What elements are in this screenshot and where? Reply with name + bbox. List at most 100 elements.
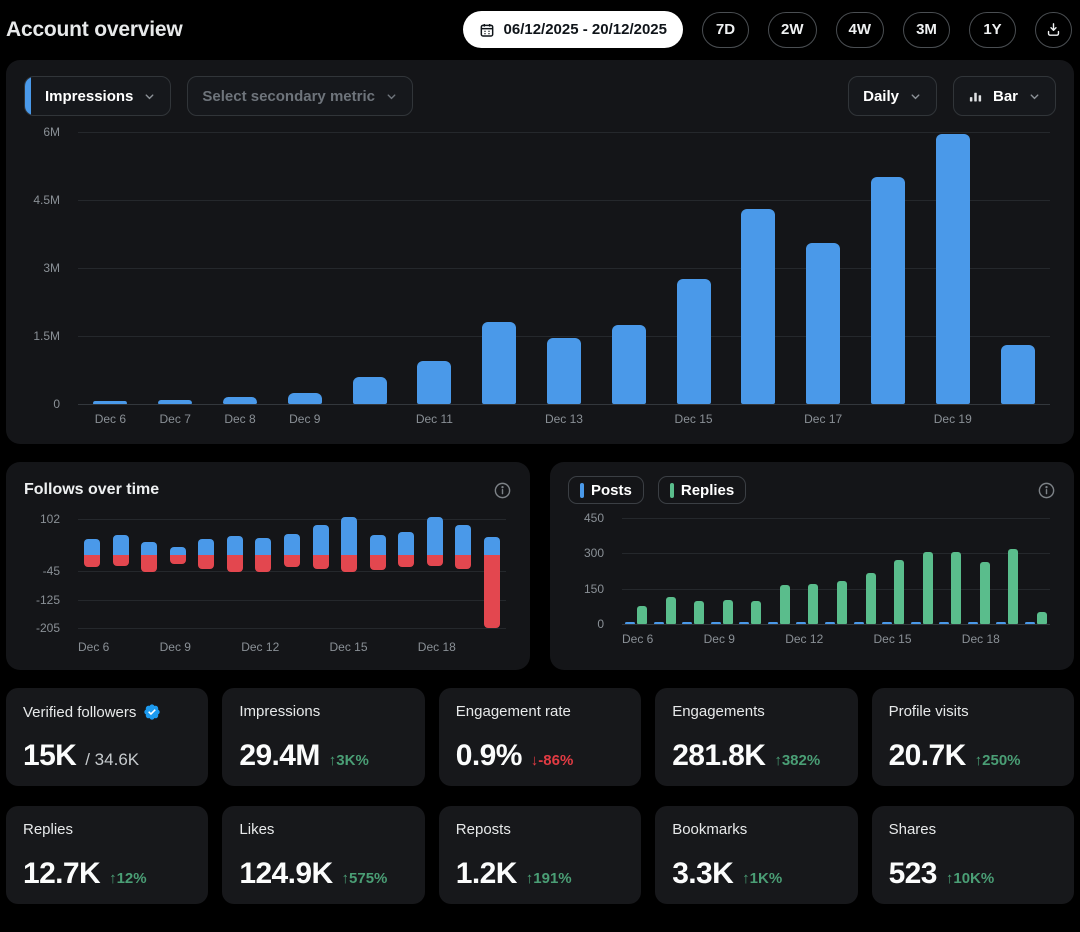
posts-bar[interactable] (939, 622, 949, 625)
posts-bar[interactable] (911, 622, 921, 625)
replies-bar[interactable] (723, 600, 733, 624)
impressions-bar[interactable] (288, 393, 322, 404)
legend-replies-toggle[interactable]: Replies (658, 476, 746, 504)
posts-bar[interactable] (825, 622, 835, 625)
posts-bar[interactable] (711, 622, 721, 625)
replies-bar[interactable] (894, 560, 904, 624)
posts-bar[interactable] (854, 622, 864, 625)
replies-bar[interactable] (866, 573, 876, 624)
header-actions: 06/12/2025 - 20/12/2025 7D 2W 4W 3M 1Y (463, 11, 1072, 48)
secondary-metric-dropdown[interactable]: Select secondary metric (187, 76, 413, 116)
x-axis-label (1025, 632, 1050, 646)
info-icon[interactable] (1037, 481, 1056, 500)
unfollows-bar[interactable] (141, 555, 157, 571)
unfollows-bar[interactable] (198, 555, 214, 569)
follows-bar[interactable] (255, 538, 271, 556)
x-axis-label: Dec 15 (330, 640, 368, 654)
unfollows-bar[interactable] (170, 555, 186, 564)
range-button-1y[interactable]: 1Y (969, 12, 1016, 48)
follows-bar[interactable] (455, 525, 471, 555)
impressions-bar[interactable] (1001, 345, 1035, 404)
impressions-bar[interactable] (806, 243, 840, 404)
x-axis-labels: Dec 6Dec 9Dec 12Dec 15Dec 18 (78, 640, 506, 654)
follows-bar[interactable] (84, 539, 100, 555)
posts-bar[interactable] (625, 622, 635, 625)
posts-bar[interactable] (996, 622, 1006, 625)
replies-bar[interactable] (980, 562, 990, 624)
impressions-bar[interactable] (612, 325, 646, 404)
follows-bar[interactable] (284, 534, 300, 555)
replies-bar[interactable] (837, 581, 847, 624)
chart-type-dropdown[interactable]: Bar (953, 76, 1056, 116)
unfollows-bar[interactable] (227, 555, 243, 571)
posts-bar[interactable] (768, 622, 778, 625)
impressions-bar[interactable] (158, 400, 192, 404)
impressions-bar[interactable] (677, 279, 711, 404)
unfollows-bar[interactable] (427, 555, 443, 566)
bar-slot (622, 518, 651, 624)
info-icon[interactable] (493, 481, 512, 500)
y-axis-label: 0 (53, 397, 60, 411)
impressions-bar[interactable] (417, 361, 451, 404)
unfollows-bar[interactable] (455, 555, 471, 569)
follows-bar[interactable] (484, 537, 500, 556)
date-range-button[interactable]: 06/12/2025 - 20/12/2025 (463, 11, 683, 48)
impressions-bar[interactable] (353, 377, 387, 404)
follows-bar[interactable] (113, 535, 129, 555)
unfollows-bar[interactable] (313, 555, 329, 569)
posts-bar[interactable] (796, 622, 806, 625)
replies-bar[interactable] (1037, 612, 1047, 624)
range-button-3m[interactable]: 3M (903, 12, 950, 48)
bar-slot (272, 132, 337, 404)
download-button[interactable] (1035, 12, 1072, 48)
unfollows-bar[interactable] (484, 555, 500, 628)
range-button-7d[interactable]: 7D (702, 12, 749, 48)
replies-bar[interactable] (666, 597, 676, 624)
impressions-bar[interactable] (223, 397, 257, 404)
range-button-2w[interactable]: 2W (768, 12, 817, 48)
bar-slot (337, 132, 402, 404)
follows-bar[interactable] (170, 547, 186, 555)
posts-bar[interactable] (682, 622, 692, 625)
posts-bar[interactable] (1025, 622, 1035, 625)
impressions-bar[interactable] (547, 338, 581, 404)
replies-bar[interactable] (1008, 549, 1018, 624)
posts-bar[interactable] (739, 622, 749, 625)
follows-bar[interactable] (427, 517, 443, 556)
impressions-bar[interactable] (871, 177, 905, 404)
primary-metric-dropdown[interactable]: Impressions (24, 76, 171, 116)
replies-bar[interactable] (637, 606, 647, 624)
replies-bar[interactable] (780, 585, 790, 624)
unfollows-bar[interactable] (341, 555, 357, 571)
impressions-bar[interactable] (482, 322, 516, 404)
impressions-bar[interactable] (936, 134, 970, 404)
posts-bar[interactable] (882, 622, 892, 625)
replies-bar[interactable] (751, 601, 761, 624)
unfollows-bar[interactable] (113, 555, 129, 566)
replies-bar[interactable] (923, 552, 933, 624)
unfollows-bar[interactable] (255, 555, 271, 571)
posts-replies-chart: 4503001500Dec 6Dec 9Dec 12Dec 15Dec 18 (568, 518, 1056, 658)
unfollows-bar[interactable] (370, 555, 386, 570)
replies-bar[interactable] (694, 601, 704, 624)
stat-card-impressions: Impressions29.4M↑3K% (222, 688, 424, 786)
replies-bar[interactable] (808, 584, 818, 624)
unfollows-bar[interactable] (398, 555, 414, 567)
replies-bar[interactable] (951, 552, 961, 624)
impressions-bar[interactable] (93, 401, 127, 404)
range-button-4w[interactable]: 4W (836, 12, 885, 48)
interval-dropdown[interactable]: Daily (848, 76, 937, 116)
legend-posts-toggle[interactable]: Posts (568, 476, 644, 504)
posts-bar[interactable] (968, 622, 978, 625)
unfollows-bar[interactable] (284, 555, 300, 567)
follows-bar[interactable] (398, 532, 414, 555)
follows-bar[interactable] (198, 539, 214, 555)
follows-bar[interactable] (141, 542, 157, 555)
follows-bar[interactable] (370, 535, 386, 555)
follows-bar[interactable] (227, 536, 243, 555)
posts-bar[interactable] (654, 622, 664, 625)
follows-bar[interactable] (313, 525, 329, 555)
impressions-bar[interactable] (741, 209, 775, 404)
follows-bar[interactable] (341, 517, 357, 556)
unfollows-bar[interactable] (84, 555, 100, 567)
